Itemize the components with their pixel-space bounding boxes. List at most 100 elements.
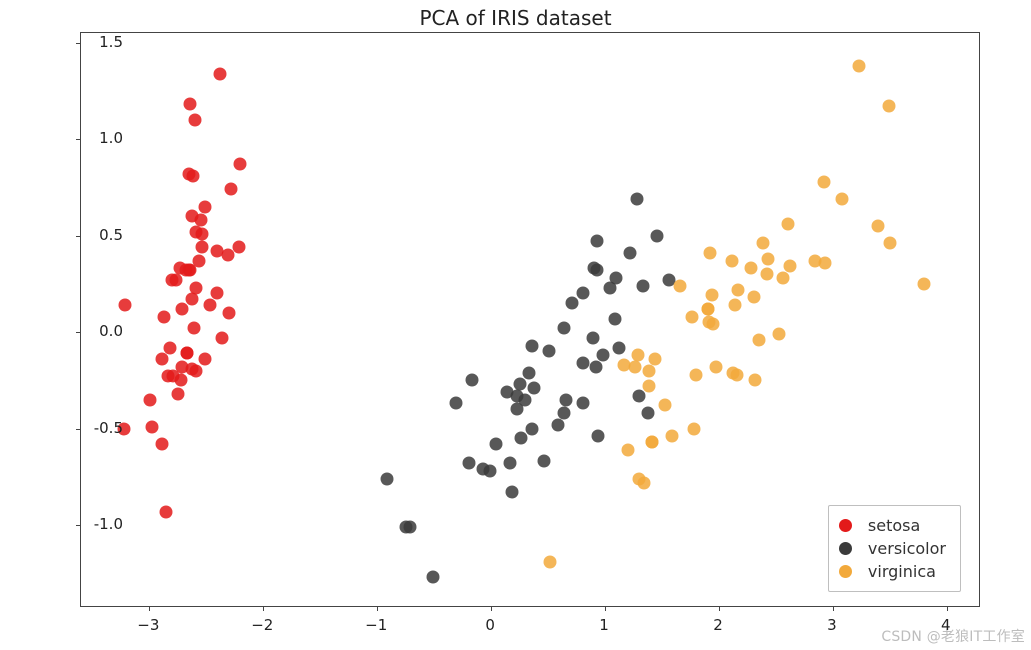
data-point: [544, 555, 557, 568]
legend-dot-versicolor: [839, 542, 852, 555]
data-point: [526, 339, 539, 352]
data-point: [210, 245, 223, 258]
data-point: [163, 341, 176, 354]
x-tick-label: −2: [251, 616, 273, 634]
data-point: [504, 457, 517, 470]
data-point: [522, 366, 535, 379]
data-point: [872, 219, 885, 232]
data-point: [184, 264, 197, 277]
data-point: [465, 374, 478, 387]
data-point: [836, 192, 849, 205]
x-tick-label: 2: [713, 616, 723, 634]
data-point: [188, 113, 201, 126]
data-point: [808, 254, 821, 267]
chart-title: PCA of IRIS dataset: [0, 6, 1031, 30]
data-point: [501, 385, 514, 398]
data-point: [210, 287, 223, 300]
data-point: [744, 262, 757, 275]
data-point: [621, 443, 634, 456]
data-point: [171, 387, 184, 400]
x-tick-label: 1: [599, 616, 609, 634]
data-point: [728, 299, 741, 312]
y-tick-label: 0.5: [63, 226, 123, 244]
data-point: [643, 380, 656, 393]
data-point: [666, 430, 679, 443]
x-tick-label: −3: [137, 616, 159, 634]
legend-label-versicolor: versicolor: [868, 539, 946, 558]
data-point: [752, 333, 765, 346]
data-point: [180, 347, 193, 360]
data-point: [543, 345, 556, 358]
data-point: [528, 382, 541, 395]
data-point: [427, 571, 440, 584]
y-tick-label: -0.5: [63, 419, 123, 437]
data-point: [592, 430, 605, 443]
data-point: [144, 393, 157, 406]
legend-item-virginica: virginica: [839, 560, 946, 583]
data-point: [216, 331, 229, 344]
data-point: [587, 262, 600, 275]
data-point: [190, 364, 203, 377]
data-point: [853, 59, 866, 72]
x-tick-label: 3: [827, 616, 837, 634]
data-point: [514, 432, 527, 445]
data-point: [477, 463, 490, 476]
data-point: [577, 397, 590, 410]
data-point: [636, 279, 649, 292]
data-point: [883, 237, 896, 250]
data-point: [234, 158, 247, 171]
legend-item-setosa: setosa: [839, 514, 946, 537]
legend-label-setosa: setosa: [868, 516, 920, 535]
data-point: [213, 67, 226, 80]
data-point: [748, 291, 761, 304]
data-point: [817, 175, 830, 188]
watermark-text: CSDN @老狼IT工作室: [881, 626, 1025, 646]
data-point: [674, 279, 687, 292]
data-point: [731, 368, 744, 381]
data-point: [463, 457, 476, 470]
data-point: [632, 349, 645, 362]
data-point: [706, 289, 719, 302]
data-point: [725, 254, 738, 267]
legend-dot-virginica: [839, 565, 852, 578]
data-point: [645, 436, 658, 449]
y-tick-label: -1.0: [63, 515, 123, 533]
data-point: [633, 472, 646, 485]
data-point: [537, 455, 550, 468]
data-point: [633, 389, 646, 402]
data-point: [449, 397, 462, 410]
data-point: [749, 374, 762, 387]
data-point: [183, 167, 196, 180]
data-point: [552, 418, 565, 431]
data-point: [690, 368, 703, 381]
y-tick-label: 1.5: [63, 33, 123, 51]
plot-area: setosa versicolor virginica: [80, 32, 980, 607]
data-point: [882, 100, 895, 113]
data-point: [221, 248, 234, 261]
data-point: [203, 299, 216, 312]
data-point: [918, 277, 931, 290]
data-point: [223, 306, 236, 319]
data-point: [505, 486, 518, 499]
legend: setosa versicolor virginica: [828, 505, 961, 592]
data-point: [701, 302, 714, 315]
data-point: [513, 378, 526, 391]
data-point: [155, 353, 168, 366]
y-tick-label: 1.0: [63, 129, 123, 147]
data-point: [761, 252, 774, 265]
data-point: [776, 272, 789, 285]
data-point: [603, 281, 616, 294]
y-tick-label: 0.0: [63, 322, 123, 340]
data-point: [624, 246, 637, 259]
data-point: [651, 229, 664, 242]
data-point: [519, 393, 532, 406]
data-point: [649, 353, 662, 366]
x-tick-label: 0: [485, 616, 495, 634]
data-point: [612, 341, 625, 354]
data-point: [760, 268, 773, 281]
chart-figure: PCA of IRIS dataset setosa versicolor vi…: [0, 0, 1031, 650]
x-tick-label: 4: [941, 616, 951, 634]
data-point: [381, 472, 394, 485]
data-point: [642, 407, 655, 420]
data-point: [176, 302, 189, 315]
